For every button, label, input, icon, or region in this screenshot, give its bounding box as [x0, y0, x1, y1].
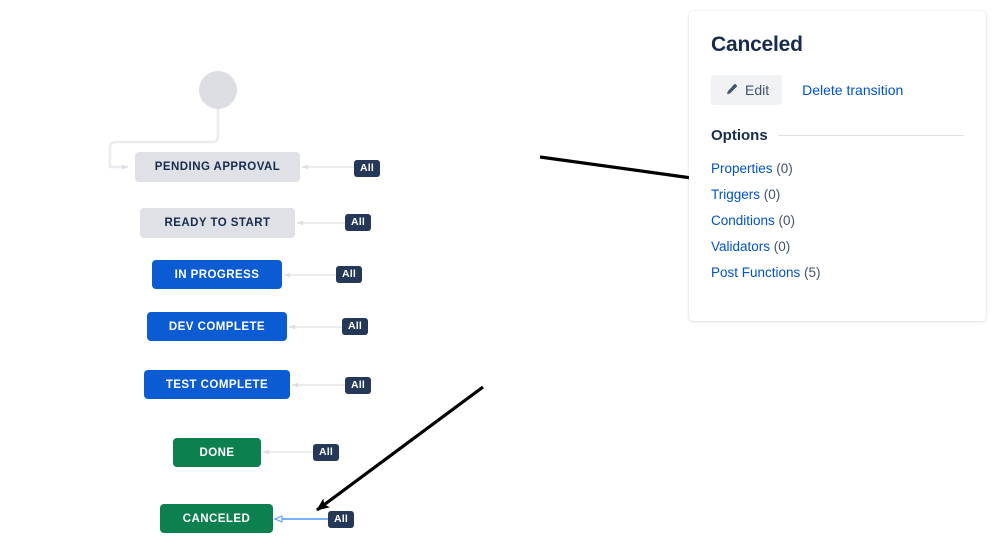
option-link-validators[interactable]: Validators — [711, 239, 770, 254]
panel-actions: Edit Delete transition — [711, 75, 964, 105]
edit-button[interactable]: Edit — [711, 75, 783, 105]
transition-badge-ready-to-start[interactable]: All — [345, 214, 372, 231]
edit-button-label: Edit — [745, 82, 770, 98]
options-header: Options — [711, 127, 964, 144]
option-row-post-functions: Post Functions (5) — [711, 260, 964, 286]
option-row-properties: Properties (0) — [711, 156, 964, 182]
option-link-conditions[interactable]: Conditions — [711, 213, 775, 228]
option-row-triggers: Triggers (0) — [711, 182, 964, 208]
status-node-done[interactable]: DONE — [173, 438, 261, 467]
status-node-dev-complete[interactable]: DEV COMPLETE — [147, 312, 287, 341]
transition-badge-canceled[interactable]: All — [328, 511, 355, 528]
status-node-ready-to-start[interactable]: READY TO START — [140, 208, 295, 238]
option-count-validators: (0) — [770, 239, 791, 254]
panel-title: Canceled — [711, 33, 803, 56]
options-heading: Options — [711, 127, 768, 144]
option-count-post-functions: (5) — [800, 265, 821, 280]
status-node-pending-approval[interactable]: PENDING APPROVAL — [135, 152, 300, 182]
option-link-post-functions[interactable]: Post Functions — [711, 265, 800, 280]
transition-badge-done[interactable]: All — [313, 444, 340, 461]
option-count-conditions: (0) — [774, 213, 796, 228]
transition-badge-dev-complete[interactable]: All — [342, 318, 369, 335]
option-link-triggers[interactable]: Triggers — [711, 187, 760, 202]
delete-transition-link[interactable]: Delete transition — [802, 82, 903, 98]
transition-badge-pending-approval[interactable]: All — [354, 160, 381, 177]
arrow-to-properties — [539, 155, 707, 184]
pencil-icon — [724, 83, 738, 97]
option-link-properties[interactable]: Properties — [711, 161, 773, 176]
status-node-test-complete[interactable]: TEST COMPLETE — [144, 370, 290, 399]
options-divider — [777, 135, 964, 136]
options-list: Properties (0) Triggers (0) Conditions (0)… — [711, 156, 964, 286]
start-circle[interactable] — [199, 71, 237, 109]
option-row-conditions: Conditions (0) — [711, 208, 964, 234]
transition-detail-panel: Canceled Edit Delete transition Options … — [689, 11, 986, 321]
workflow-diagram: PENDING APPROVAL READY TO START IN PROGRES… — [0, 0, 560, 545]
transition-badge-in-progress[interactable]: All — [336, 266, 363, 283]
option-count-triggers: (0) — [760, 187, 781, 202]
option-row-validators: Validators (0) — [711, 234, 964, 260]
status-node-in-progress[interactable]: IN PROGRESS — [152, 260, 282, 289]
option-count-properties: (0) — [772, 161, 793, 176]
transition-badge-test-complete[interactable]: All — [345, 377, 372, 394]
status-node-canceled[interactable]: CANCELED — [160, 504, 273, 533]
